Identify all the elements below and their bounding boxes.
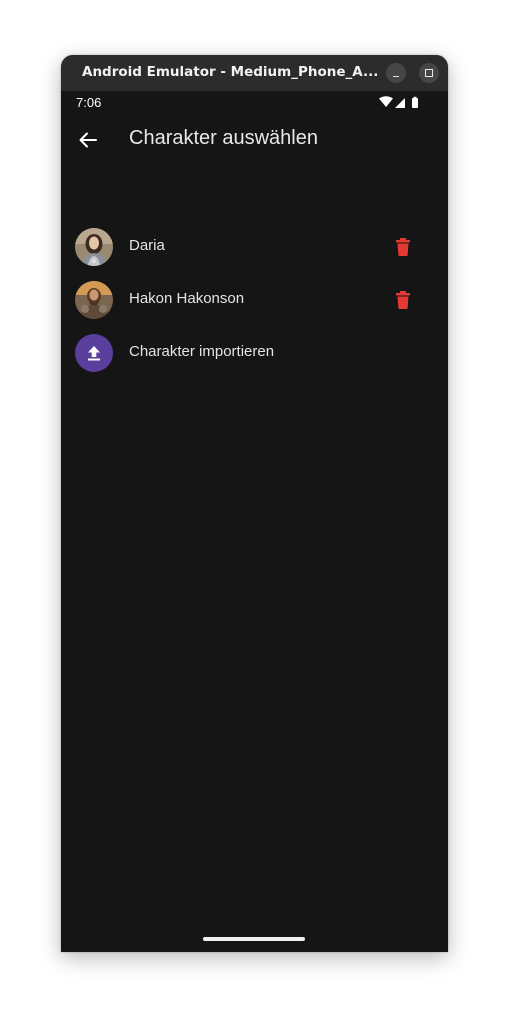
delete-icon[interactable] — [393, 290, 413, 310]
character-list-item[interactable]: Daria — [61, 221, 448, 273]
character-name: Hakon Hakonson — [129, 290, 245, 307]
minimize-button[interactable] — [386, 63, 406, 83]
wifi-icon — [379, 96, 393, 107]
page-title: Charakter auswählen — [129, 127, 318, 149]
character-name: Daria — [129, 237, 165, 254]
status-icons — [379, 96, 418, 108]
avatar — [75, 281, 113, 319]
import-label: Charakter importieren — [129, 343, 275, 360]
avatar — [75, 228, 113, 266]
cell-signal-icon — [395, 98, 405, 108]
window-titlebar[interactable]: Android Emulator - Medium_Phone_A... — [61, 55, 448, 91]
character-list-item[interactable]: Hakon Hakonson — [61, 274, 448, 326]
import-avatar — [75, 334, 113, 372]
window-title: Android Emulator - Medium_Phone_A... — [82, 64, 379, 80]
phone-screen: 7:06 Charakter auswählen Daria Hakon Hak… — [61, 91, 448, 952]
status-time: 7:06 — [76, 95, 102, 110]
arrow-back-icon[interactable] — [77, 129, 99, 151]
import-character-item[interactable]: Charakter importieren — [61, 327, 448, 379]
upload-icon — [88, 346, 100, 361]
delete-icon[interactable] — [393, 237, 413, 257]
maximize-button[interactable] — [419, 63, 439, 83]
gesture-navigation-bar[interactable] — [203, 937, 305, 941]
battery-icon — [412, 98, 418, 108]
emulator-window: Android Emulator - Medium_Phone_A... 7:0… — [61, 55, 448, 952]
